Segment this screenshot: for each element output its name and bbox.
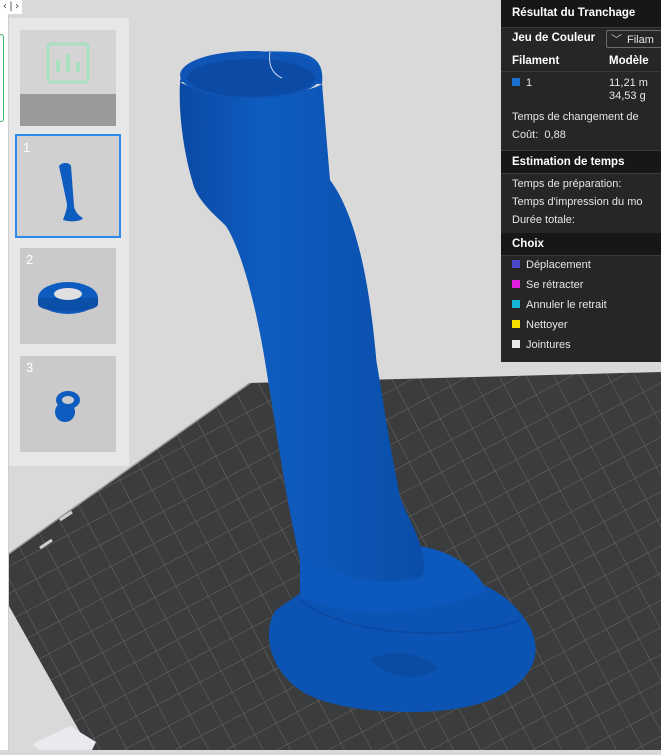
ring-cap-thumbnail <box>38 282 98 314</box>
filament-weight: 34,53 g <box>609 90 646 102</box>
prep-time-label: Temps de préparation: <box>512 178 622 190</box>
small-gear-thumbnail <box>55 391 80 422</box>
total-time-label: Durée totale: <box>512 214 575 226</box>
change-time-label: Temps de changement de <box>512 111 639 123</box>
color-swatch <box>512 280 520 288</box>
option-retract[interactable]: Se rétracter <box>512 279 583 291</box>
active-tool-indicator <box>0 34 4 122</box>
time-estimation-title: Estimation de temps <box>512 156 625 168</box>
option-travel[interactable]: Déplacement <box>512 259 591 271</box>
options-title: Choix <box>512 238 544 250</box>
collapse-toggle-button[interactable]: ‹|› <box>0 0 22 14</box>
color-swatch <box>512 320 520 328</box>
color-swatch <box>512 300 520 308</box>
option-deretract[interactable]: Annuler le retrait <box>512 299 607 311</box>
color-scheme-select[interactable]: ﹀ Filam <box>606 30 661 48</box>
plate-thumbnail-3[interactable]: 3 <box>20 356 116 452</box>
slice-result-panel: Résultat du Tranchage Jeu de Couleur ﹀ Fi… <box>501 0 661 362</box>
plate-list-panel: 1 2 3 <box>9 18 129 466</box>
option-wipe[interactable]: Nettoyer <box>512 319 568 331</box>
filament-column-header: Filament <box>512 55 560 67</box>
filament-color-swatch <box>512 78 520 86</box>
color-swatch <box>512 260 520 268</box>
option-seams[interactable]: Jointures <box>512 339 571 351</box>
plate-thumbnail-2[interactable]: 2 <box>20 248 116 344</box>
vertical-tube-thumbnail <box>59 163 83 222</box>
cost-row: Coût: 0,88 <box>512 129 566 141</box>
plate-thumbnail-empty[interactable] <box>20 30 116 126</box>
chevron-down-icon: ﹀ <box>611 34 622 46</box>
filament-length: 11,21 m <box>609 77 648 89</box>
color-swatch <box>512 340 520 348</box>
plate-thumbnail-1[interactable]: 1 <box>15 134 121 238</box>
filament-row: 1 <box>512 77 532 89</box>
empty-plate-icon <box>20 30 116 126</box>
print-time-label: Temps d'impression du mo <box>512 196 643 208</box>
color-scheme-label: Jeu de Couleur <box>512 32 596 44</box>
model-column-header: Modèle <box>609 55 649 67</box>
panel-title: Résultat du Tranchage <box>512 7 636 19</box>
